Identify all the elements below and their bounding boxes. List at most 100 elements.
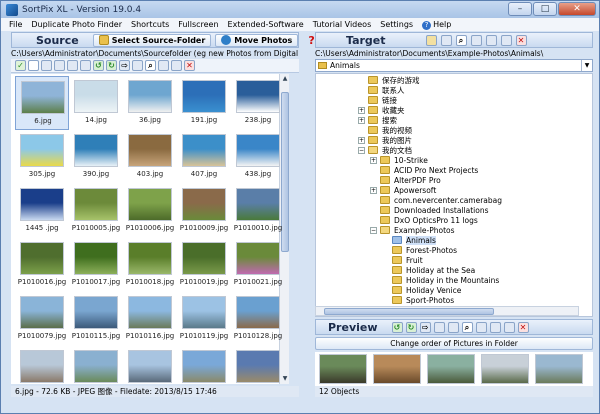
tree-node[interactable]: 保存的游戏 — [358, 75, 420, 85]
target-sync-icon[interactable] — [500, 34, 512, 46]
menu-settings[interactable]: Settings — [380, 20, 413, 29]
thumbnail-item[interactable] — [231, 346, 285, 384]
thumbnail-item[interactable]: P1010005.jpg — [69, 184, 123, 238]
preview-thumbnail[interactable] — [373, 354, 421, 384]
sort-icon[interactable] — [41, 60, 52, 71]
thumbnail-item[interactable]: P1010128.jpg — [231, 292, 285, 346]
menu-shortcuts[interactable]: Shortcuts — [131, 20, 169, 29]
thumbnail-item[interactable]: 403.jpg — [123, 130, 177, 184]
preview-grid-icon[interactable] — [433, 321, 445, 333]
expand-toggle-icon[interactable]: + — [358, 106, 365, 114]
tree-node[interactable]: Holiday at the Sea — [382, 265, 475, 275]
thumbnail-item[interactable]: 438.jpg — [231, 130, 285, 184]
help-red-icon[interactable]: ? — [308, 34, 314, 47]
tree-node[interactable]: ACID Pro Next Projects — [370, 165, 478, 175]
thumbnail-item[interactable]: P1010115.jpg — [69, 292, 123, 346]
preview-rotate-right-icon[interactable]: ↻ — [405, 321, 417, 333]
move-photos-button[interactable]: Move Photos — [215, 33, 299, 47]
menu-tutorial-videos[interactable]: Tutorial Videos — [313, 20, 372, 29]
tree-node[interactable]: +10-Strike — [370, 155, 428, 165]
tree-node[interactable]: 我的视频 — [358, 125, 412, 135]
thumbnail-size-icon[interactable] — [67, 60, 78, 71]
minimize-button[interactable]: – — [508, 2, 532, 16]
tree-node[interactable]: Sport-Photos — [382, 295, 454, 305]
target-folder-select[interactable]: Animals ▼ — [315, 59, 593, 72]
settings-icon[interactable] — [80, 60, 91, 71]
thumbnail-item[interactable] — [123, 346, 177, 384]
thumbnail-item[interactable]: 390.jpg — [69, 130, 123, 184]
tree-node[interactable]: Holiday Venice — [382, 285, 461, 295]
preview-rotate-left-icon[interactable]: ↺ — [391, 321, 403, 333]
thumbnail-item[interactable] — [177, 346, 231, 384]
thumbnail-item[interactable]: 14.jpg — [69, 76, 123, 130]
close-button[interactable]: ✕ — [558, 2, 596, 16]
uncheck-icon[interactable] — [28, 60, 39, 71]
thumbnail-item[interactable]: P1010119.jpg — [177, 292, 231, 346]
chevron-down-icon[interactable]: ▼ — [581, 60, 592, 71]
tree-node[interactable]: 链接 — [358, 95, 397, 105]
tree-node[interactable]: + 我的图片 — [358, 135, 412, 145]
splitter[interactable] — [299, 32, 309, 387]
preview-zoom-icon[interactable]: ⌕ — [461, 321, 473, 333]
expand-toggle-icon[interactable]: + — [358, 116, 365, 124]
thumbnail-item[interactable]: 407.jpg — [177, 130, 231, 184]
thumbnail-item[interactable] — [69, 346, 123, 384]
tree-node[interactable]: AlterPDF Pro — [370, 175, 441, 185]
zoom-icon[interactable]: ⌕ — [145, 60, 156, 71]
expand-toggle-icon[interactable]: − — [358, 146, 365, 154]
thumbnail-item[interactable] — [15, 346, 69, 384]
change-order-button[interactable]: Change order of Pictures in Folder — [315, 337, 593, 350]
tree-node[interactable]: DxO OpticsPro 11 logs — [370, 215, 478, 225]
menu-duplicate-photo-finder[interactable]: Duplicate Photo Finder — [31, 20, 122, 29]
thumbnail-item[interactable]: P1010010.jpg — [231, 184, 285, 238]
new-folder-icon[interactable] — [425, 34, 437, 46]
preview-refresh-icon[interactable] — [489, 321, 501, 333]
thumbnail-item[interactable]: 238.jpg — [231, 76, 285, 130]
tree-node[interactable]: − Example-Photos — [370, 225, 455, 235]
scroll-thumb[interactable] — [324, 308, 494, 315]
menu-help[interactable]: ? Help — [422, 20, 451, 30]
preview-delete-icon[interactable]: ✕ — [517, 321, 529, 333]
thumbnail-item[interactable]: 6.jpg — [15, 76, 69, 130]
maximize-button[interactable]: □ — [533, 2, 557, 16]
tree-node[interactable]: com.nevercenter.camerabag — [370, 195, 502, 205]
preview-thumbnail[interactable] — [319, 354, 367, 384]
tree-node[interactable]: Holiday in the Mountains — [382, 275, 499, 285]
tree-node[interactable]: Animals — [382, 235, 436, 245]
preview-move-icon[interactable]: ⇨ — [419, 321, 431, 333]
rotate-left-icon[interactable]: ↺ — [93, 60, 104, 71]
tree-node[interactable]: + 搜索 — [358, 115, 397, 125]
tree-node[interactable]: Fruit — [382, 255, 423, 265]
thumbnail-item[interactable]: 36.jpg — [123, 76, 177, 130]
thumbnail-item[interactable]: P1010019.jpg — [177, 238, 231, 292]
compare-icon[interactable] — [132, 60, 143, 71]
folder-settings-icon[interactable] — [440, 34, 452, 46]
expand-toggle-icon[interactable]: − — [370, 226, 377, 234]
menu-file[interactable]: File — [9, 20, 22, 29]
menu-extended-software[interactable]: Extended-Software — [228, 20, 304, 29]
thumbnail-item[interactable]: P1010009.jpg — [177, 184, 231, 238]
thumbnail-item[interactable]: P1010018.jpg — [123, 238, 177, 292]
expand-toggle-icon[interactable]: + — [370, 186, 377, 194]
expand-toggle-icon[interactable]: + — [358, 136, 365, 144]
target-zoom-icon[interactable]: ⌕ — [455, 34, 467, 46]
preview-thumbnail[interactable] — [481, 354, 529, 384]
menu-fullscreen[interactable]: Fullscreen — [178, 20, 218, 29]
tree-node[interactable]: Downloaded Installations — [370, 205, 489, 215]
target-delete-icon[interactable]: ✕ — [515, 34, 527, 46]
thumbnail-item[interactable]: 305.jpg — [15, 130, 69, 184]
target-refresh-icon[interactable] — [485, 34, 497, 46]
thumbnail-item[interactable]: P1010079.jpg — [15, 292, 69, 346]
thumbnail-item[interactable]: P1010016.jpg — [15, 238, 69, 292]
move-icon[interactable]: ⇨ — [119, 60, 130, 71]
tree-node[interactable]: + 收藏夹 — [358, 105, 405, 115]
tree-node[interactable]: 联系人 — [358, 85, 405, 95]
preview-thumbnail[interactable] — [535, 354, 583, 384]
thumbnail-item[interactable]: P1010116.jpg — [123, 292, 177, 346]
tree-node[interactable]: − 我的文档 — [358, 145, 412, 155]
preview-thumbnail[interactable] — [427, 354, 475, 384]
thumbnail-item[interactable]: P1010006.jpg — [123, 184, 177, 238]
check-all-icon[interactable]: ✓ — [15, 60, 26, 71]
target-edit-icon[interactable] — [470, 34, 482, 46]
preview-compare-icon[interactable] — [447, 321, 459, 333]
